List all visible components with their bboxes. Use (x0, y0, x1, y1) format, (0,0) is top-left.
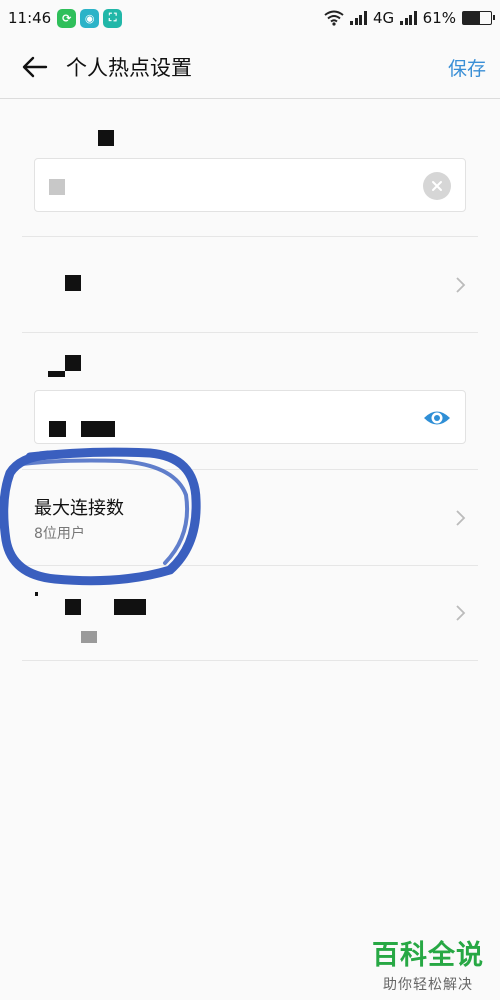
password-section (22, 333, 478, 470)
battery-percentage: 61% (422, 9, 456, 27)
arrow-left-icon (22, 56, 48, 78)
chevron-right-icon (456, 277, 466, 293)
redacted-value (49, 421, 66, 437)
max-connections-value: 8位用户 (34, 526, 85, 542)
wifi-icon (324, 10, 345, 26)
close-icon (432, 181, 442, 191)
network-type: 4G (372, 9, 395, 27)
redacted-label (65, 599, 81, 615)
watermark-title: 百科全说 (372, 940, 484, 971)
hotspot-name-section (22, 100, 478, 237)
redacted-label (48, 371, 65, 377)
status-time: 11:46 (8, 9, 52, 27)
chevron-right-icon (456, 605, 466, 621)
status-bar: 11:46 ⟳ ◉ ⛶ 4G 61% (0, 0, 500, 36)
security-row[interactable] (22, 237, 478, 333)
signal-strength-icon (350, 11, 367, 25)
redacted-value (81, 631, 97, 643)
redacted-label (98, 130, 114, 146)
eye-icon[interactable] (423, 406, 451, 430)
status-indicators: 4G 61% (324, 9, 495, 27)
battery-icon (462, 11, 495, 25)
password-input[interactable] (34, 390, 466, 444)
redacted-label (65, 275, 81, 291)
clear-input-button[interactable] (423, 172, 451, 200)
save-button[interactable]: 保存 (448, 54, 486, 81)
app-notification-icon: ◉ (80, 8, 100, 28)
signal-strength-icon (400, 11, 417, 25)
page-title: 个人热点设置 (66, 56, 192, 80)
app-notification-icon: ⟳ (57, 8, 77, 28)
redacted-value (49, 179, 65, 195)
max-connections-title: 最大连接数 (34, 498, 124, 519)
redacted-settings-row[interactable] (22, 566, 478, 661)
redacted-label (114, 599, 146, 615)
redacted-label (35, 592, 38, 596)
hotspot-name-input[interactable] (34, 158, 466, 212)
redacted-value (81, 421, 115, 437)
scan-notification-icon: ⛶ (103, 8, 123, 28)
watermark-subtitle: 助你轻松解决 (383, 977, 473, 993)
max-connections-row[interactable]: 最大连接数 8位用户 (22, 470, 478, 566)
watermark-logo: 百科全说 助你轻松解决 (372, 933, 484, 994)
chevron-right-icon (456, 510, 466, 526)
back-button[interactable] (10, 42, 60, 92)
redacted-label (65, 355, 81, 371)
app-header: 个人热点设置 保存 (0, 36, 500, 99)
